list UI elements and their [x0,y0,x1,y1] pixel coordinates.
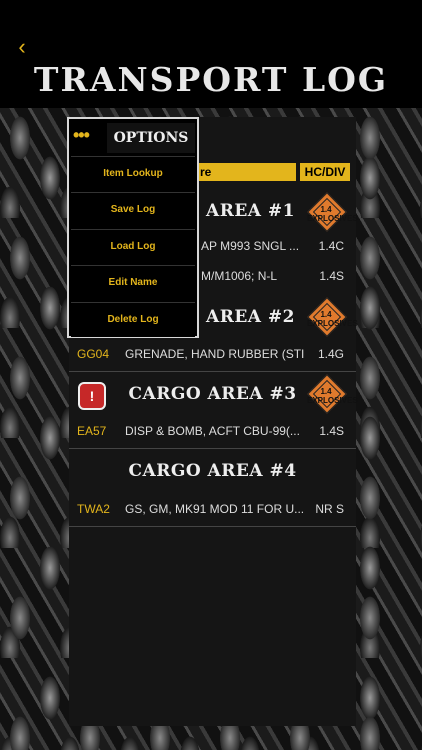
menu-item-delete-log[interactable]: Delete Log [71,302,195,337]
area-label: AREA #1 [206,201,295,221]
placard-label: 1.4 EXPLOSIVES [307,387,358,405]
row-hc-div: 1.4S [319,424,344,438]
placard-label: 1.4 EXPLOSIVES [307,310,358,328]
row-hc-div: 1.4S [319,269,344,283]
column-header-name: re [190,163,296,181]
menu-item-item-lookup[interactable]: Item Lookup [71,156,195,191]
row-code: TWA2 [77,502,110,516]
row-code: GG04 [77,347,110,361]
options-menu-header: ••• OPTIONS [69,119,197,155]
table-row[interactable]: EA57 DISP & BOMB, ACFT CBU-99(... 1.4S [69,414,356,449]
header: ‹ TRANSPORT LOG [0,0,422,108]
area-header-4[interactable]: CARGO AREA #4 [69,456,356,486]
back-chevron-icon[interactable]: ‹ [12,34,32,60]
table-row[interactable]: GG04 GRENADE, HAND RUBBER (STI... 1.4G [69,337,356,372]
area-label: AREA #2 [206,307,295,327]
row-hc-div: 1.4C [318,239,344,253]
row-code: EA57 [77,424,107,438]
row-description: M/M1006; N-L [201,269,278,283]
options-title: OPTIONS [107,123,195,153]
area-label: CARGO AREA #3 [128,384,297,404]
row-hc-div: 1.4G [317,347,344,361]
options-menu: ••• OPTIONS Item Lookup Save Log Load Lo… [67,117,199,338]
more-dots-icon[interactable]: ••• [73,123,103,151]
row-description: GS, GM, MK91 MOD 11 FOR U... [125,502,305,516]
menu-item-save-log[interactable]: Save Log [71,192,195,227]
placard-label: 1.4 EXPLOSIVES [307,205,358,223]
table-row[interactable]: TWA2 GS, GM, MK91 MOD 11 FOR U... NR S [69,492,356,527]
area-label: CARGO AREA #4 [128,461,297,481]
row-description: DISP & BOMB, ACFT CBU-99(... [125,424,300,438]
row-description: AP M993 SNGL ... [201,239,300,253]
row-description: GRENADE, HAND RUBBER (STI... [125,347,305,361]
menu-item-edit-name[interactable]: Edit Name [71,265,195,300]
row-hc-div: NR S [315,502,344,516]
column-header-hc-div: HC/DIV [300,163,350,181]
page-title: TRANSPORT LOG [33,60,389,99]
menu-item-load-log[interactable]: Load Log [71,229,195,264]
